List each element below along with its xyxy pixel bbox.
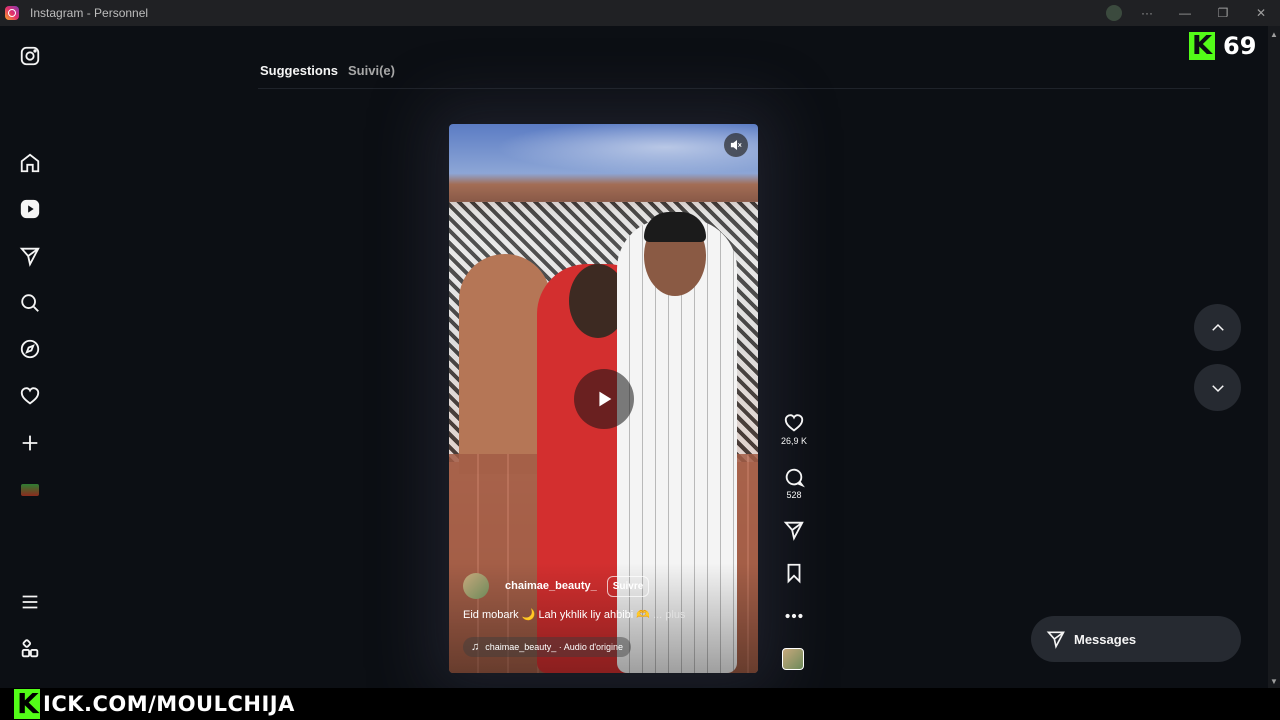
reel-author-row: chaimae_beauty_ Suivre [463, 573, 650, 599]
chevron-down-icon [1211, 384, 1224, 392]
play-icon[interactable] [574, 369, 634, 429]
like-button[interactable]: 26,9 K [776, 412, 812, 446]
notifications-icon[interactable] [18, 384, 42, 408]
caption-more-link[interactable]: ... plus [653, 609, 685, 621]
account-avatar[interactable] [1106, 5, 1122, 21]
author-avatar[interactable] [463, 573, 489, 599]
minimize-button[interactable]: — [1166, 0, 1204, 26]
reel-video[interactable]: chaimae_beauty_ Suivre Eid mobark 🌙 Lah … [449, 124, 758, 673]
more-options-reel-button[interactable] [776, 605, 812, 627]
comment-button[interactable]: 528 [776, 466, 812, 500]
messages-label: Messages [1074, 631, 1137, 647]
reel-caption: Eid mobark 🌙 Lah ykhlik liy ahbibi 🫶 ...… [463, 608, 685, 621]
messages-button[interactable]: Messages [1031, 616, 1241, 662]
sidebar [0, 26, 60, 688]
audio-link[interactable]: ♫ chaimae_beauty_ · Audio d'origine [463, 637, 632, 657]
mute-icon[interactable] [724, 133, 748, 157]
heart-icon [784, 414, 804, 432]
feed-tabs: Suggestions Suivi(e) [260, 63, 395, 78]
save-button[interactable] [776, 562, 812, 584]
scroll-down-arrow-icon[interactable]: ▼ [1270, 677, 1278, 686]
share-button[interactable] [776, 519, 812, 541]
tabs-divider [258, 88, 1210, 89]
scroll-up-arrow-icon[interactable]: ▲ [1270, 30, 1278, 39]
follow-button[interactable]: Suivre [606, 575, 650, 597]
audio-thumbnail[interactable] [782, 648, 804, 670]
menu-icon[interactable] [18, 590, 42, 614]
chevron-up-icon [1211, 323, 1224, 331]
window-controls: ··· — ❐ ✕ [1106, 0, 1280, 26]
scrollbar[interactable]: ▲ ▼ [1268, 26, 1280, 688]
close-button[interactable]: ✕ [1242, 0, 1280, 26]
comment-count: 528 [786, 490, 802, 500]
more-options-button[interactable]: ··· [1128, 0, 1166, 26]
more-apps-icon[interactable] [18, 637, 42, 661]
kick-channel-url: ICK.COM/MOULCHIJA [43, 692, 295, 716]
next-reel-button[interactable] [1194, 364, 1241, 411]
previous-reel-button[interactable] [1194, 304, 1241, 351]
kick-logo-icon: K [1189, 32, 1215, 60]
comment-icon [785, 468, 805, 488]
instagram-logo-icon[interactable] [18, 44, 42, 68]
messages-icon[interactable] [18, 244, 42, 268]
tab-suggestions[interactable]: Suggestions [260, 63, 338, 78]
instagram-app-icon [5, 6, 19, 20]
author-username[interactable]: chaimae_beauty_ [505, 580, 597, 592]
restore-button[interactable]: ❐ [1204, 0, 1242, 26]
create-icon[interactable] [18, 431, 42, 455]
profile-avatar[interactable] [18, 478, 42, 502]
home-icon[interactable] [18, 151, 42, 175]
window-titlebar: Instagram - Personnel ··· — ❐ ✕ [0, 0, 1280, 26]
paper-plane-icon [1046, 631, 1065, 649]
bookmark-icon [787, 563, 801, 584]
window-title: Instagram - Personnel [30, 6, 149, 20]
caption-text: Eid mobark 🌙 Lah ykhlik liy ahbibi 🫶 [463, 609, 650, 621]
kick-logo-icon: K [14, 689, 40, 719]
search-icon[interactable] [18, 291, 42, 315]
explore-icon[interactable] [18, 337, 42, 361]
tab-following[interactable]: Suivi(e) [348, 63, 395, 78]
like-count: 26,9 K [780, 436, 808, 446]
kick-viewer-count: 69 [1223, 32, 1257, 60]
kick-stream-banner: K ICK.COM/MOULCHIJA [0, 688, 1280, 720]
reels-icon[interactable] [18, 197, 42, 221]
share-icon [783, 521, 804, 541]
ellipsis-icon [785, 613, 803, 619]
video-sky [449, 124, 758, 182]
audio-label: chaimae_beauty_ · Audio d'origine [485, 642, 624, 652]
music-note-icon: ♫ [471, 641, 480, 653]
kick-viewer-badge: K 69 [1189, 31, 1256, 61]
